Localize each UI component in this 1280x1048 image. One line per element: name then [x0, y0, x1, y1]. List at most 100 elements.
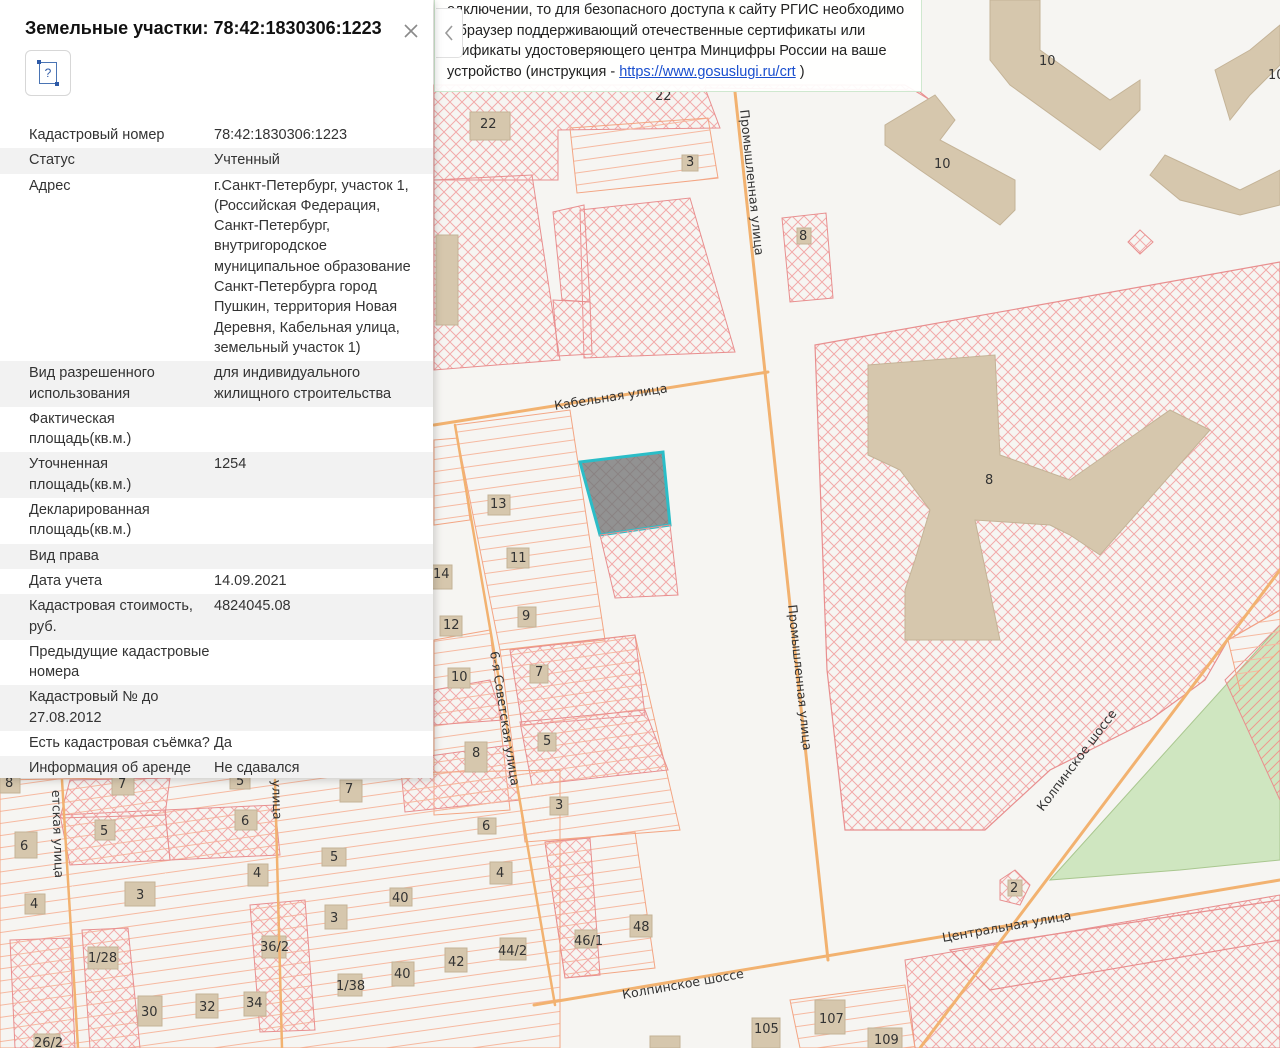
- collapse-panel-button[interactable]: [436, 8, 463, 58]
- house-number: 3: [330, 911, 338, 926]
- house-number: 22: [480, 117, 497, 132]
- house-number: 1/28: [88, 951, 117, 966]
- house-number: 5: [330, 850, 338, 865]
- attr-row-registration-date: Дата учета 14.09.2021: [0, 569, 433, 594]
- house-number: 30: [141, 1005, 158, 1020]
- attr-row-actual-area: Фактическая площадь(кв.м.): [0, 407, 433, 453]
- attr-label: Вид разрешенного использования: [29, 365, 155, 402]
- house-number: 36/2: [260, 940, 289, 955]
- attr-value: Не сдавался: [214, 760, 300, 777]
- house-number: 10: [451, 670, 468, 685]
- notice-text: ): [795, 63, 805, 80]
- close-icon: [404, 24, 418, 38]
- attr-label: Есть кадастровая съёмка?: [29, 735, 210, 752]
- parcel-26-2[interactable]: [9, 937, 76, 1048]
- attr-row-permitted-use: Вид разрешенного использования для индиви…: [0, 361, 433, 407]
- notice-text: устройство (инструкция -: [447, 63, 620, 80]
- attributes-table: Кадастровый номер 78:42:1830306:1223 Стат…: [0, 123, 433, 778]
- help-button[interactable]: ?: [25, 50, 71, 96]
- house-number: 4: [496, 866, 504, 881]
- parcel-block-c[interactable]: [552, 299, 593, 357]
- house-number: 3: [136, 888, 144, 903]
- house-number: 7: [118, 777, 126, 792]
- house-number: 107: [819, 1012, 844, 1027]
- notice-line: ь браузер поддерживающий отечественные с…: [447, 22, 866, 39]
- house-number: 10: [934, 157, 951, 172]
- attr-label: Декларированная площадь(кв.м.): [29, 502, 150, 539]
- house-number: 105: [754, 1022, 779, 1037]
- house-number: 48: [633, 920, 650, 935]
- parcel-6-left[interactable]: [164, 804, 281, 861]
- house-number: 40: [394, 967, 411, 982]
- attr-value: Да: [214, 735, 232, 752]
- attr-label: Адрес: [29, 177, 71, 194]
- house-number: 6: [482, 819, 490, 834]
- attr-value: 78:42:1830306:1223: [214, 127, 348, 143]
- attr-row-cadastral-value: Кадастровая стоимость, руб. 4824045.08: [0, 594, 433, 640]
- house-number: 6: [241, 814, 249, 829]
- attr-value: [214, 544, 433, 569]
- house-number: 34: [246, 996, 263, 1011]
- attr-label: Кадастровый № до 27.08.2012: [29, 689, 159, 726]
- house-number: 13: [490, 497, 507, 512]
- attr-value: [214, 498, 433, 544]
- help-icon: ?: [37, 60, 59, 86]
- notice-line: устройство (инструкция - https://www.gos…: [447, 62, 917, 83]
- house-number: 46/1: [574, 934, 603, 949]
- attr-value: г.Санкт-Петербург, участок 1, (Российска…: [214, 177, 411, 356]
- gosuslugi-crt-link[interactable]: https://www.gosuslugi.ru/crt: [619, 64, 796, 80]
- notice-line: одключении, то для безопасного доступа к…: [447, 2, 905, 18]
- house-number: 8: [985, 473, 993, 488]
- building-west: [435, 234, 459, 326]
- street-small-label: улица: [269, 780, 285, 820]
- panel-title: Земельные участки: 78:42:1830306:1223: [25, 18, 382, 38]
- street-sovetskaya-left-label: етская улица: [49, 790, 67, 879]
- close-button[interactable]: [396, 16, 426, 46]
- attr-label: Предыдущие кадастровые номера: [29, 643, 210, 681]
- attr-row-previous-numbers: Предыдущие кадастровые номера: [0, 640, 433, 686]
- house-number: 8: [472, 746, 480, 761]
- parcel-small-8[interactable]: [781, 212, 834, 303]
- house-number: 3: [555, 798, 563, 813]
- house-number: 3: [686, 155, 694, 170]
- attr-label: Информация об аренде: [29, 760, 191, 777]
- attr-label: Фактическая площадь(кв.м.): [29, 410, 132, 448]
- attr-value: [214, 407, 433, 453]
- house-number: 5: [100, 824, 108, 839]
- house-number: 10: [1268, 68, 1280, 83]
- attr-row-right-type: Вид права: [0, 543, 433, 569]
- attr-value: 1254: [214, 456, 247, 473]
- house-number: 10: [1039, 54, 1056, 69]
- attr-label: Уточненная площадь(кв.м.): [29, 456, 132, 493]
- attr-row-lease-info: Информация об аренде Не сдавался: [0, 756, 433, 778]
- house-number: 32: [199, 1000, 216, 1015]
- attr-row-address: Адрес г.Санкт-Петербург, участок 1, (Росс…: [0, 174, 433, 362]
- attr-label: Кадастровая стоимость, руб.: [29, 598, 193, 635]
- building-20-bottom: [649, 1035, 681, 1048]
- attr-value: для индивидуального жилищного строительс…: [214, 365, 392, 402]
- house-number: 8: [5, 776, 13, 791]
- house-number: 4: [253, 866, 261, 881]
- house-number: 7: [345, 782, 353, 797]
- attr-row-status: Статус Учтенный: [0, 148, 433, 174]
- parcel-info-panel: Земельные участки: 78:42:1830306:1223 ? …: [0, 0, 433, 778]
- attr-value: 4824045.08: [214, 598, 291, 615]
- house-number: 109: [874, 1033, 899, 1048]
- house-number: 6: [20, 839, 28, 854]
- house-number: 12: [443, 618, 460, 633]
- notice-line: ртификаты удостоверяющего центра Минцифр…: [447, 43, 887, 59]
- attr-row-specified-area: Уточненная площадь(кв.м.) 1254: [0, 452, 433, 499]
- house-number: 2: [1010, 881, 1018, 896]
- house-number: 1/38: [336, 979, 365, 994]
- house-number: 5: [543, 734, 551, 749]
- house-number: 14: [433, 567, 450, 582]
- attr-row-declared-area: Декларированная площадь(кв.м.): [0, 498, 433, 544]
- house-number: 44/2: [498, 944, 527, 959]
- attr-row-survey: Есть кадастровая съёмка? Да: [0, 731, 433, 756]
- attr-label: Вид права: [29, 547, 99, 564]
- attr-row-cadastral-number: Кадастровый номер 78:42:1830306:1223: [0, 123, 433, 148]
- certificate-notice: одключении, то для безопасного доступа к…: [434, 0, 922, 92]
- house-number: 42: [448, 955, 465, 970]
- house-number: 11: [510, 551, 527, 566]
- house-number: 7: [535, 665, 543, 680]
